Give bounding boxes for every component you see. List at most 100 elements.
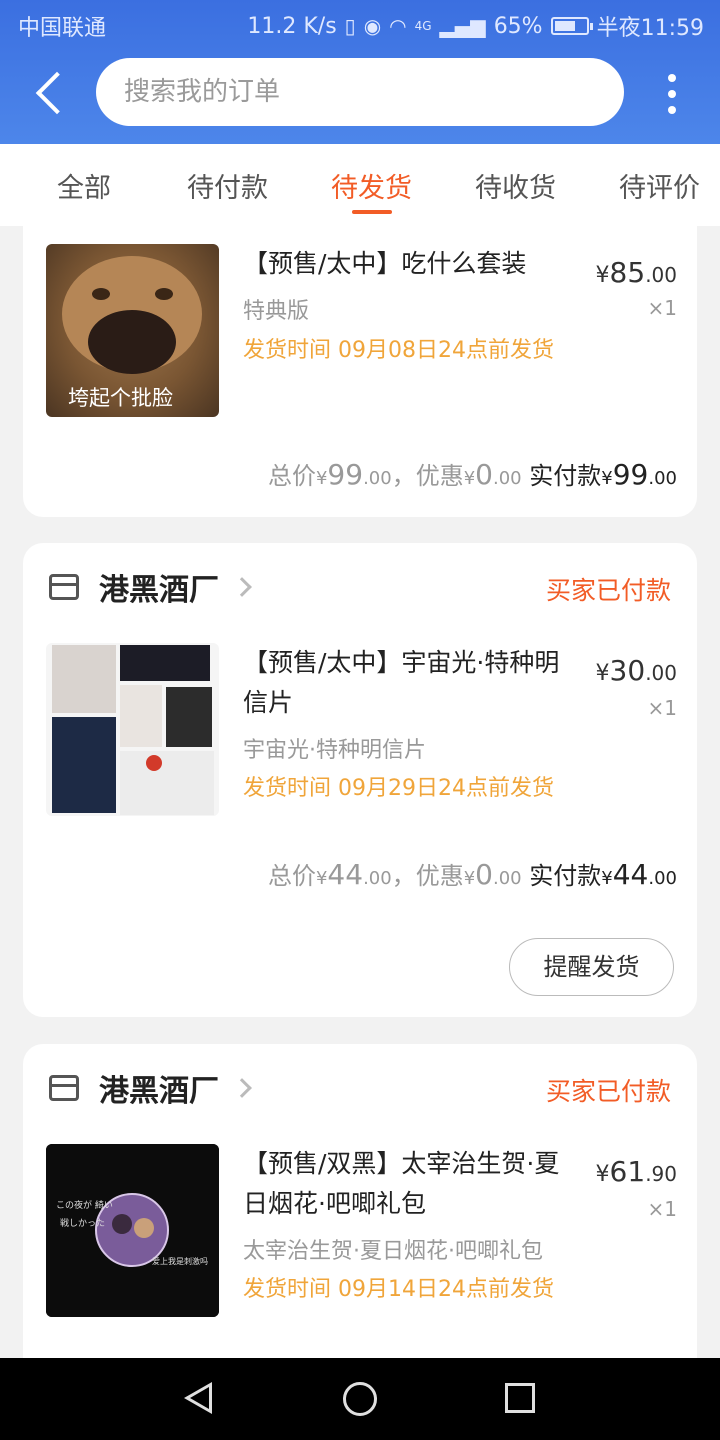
paid-integer: 99: [612, 458, 649, 491]
currency-symbol: ¥: [595, 1162, 610, 1187]
currency-symbol: ¥: [315, 468, 328, 489]
tab-all[interactable]: 全部: [57, 166, 111, 205]
postcard-collage-image: [46, 643, 219, 816]
product-thumbnail[interactable]: [46, 643, 219, 816]
wifi-icon: ◠: [389, 14, 407, 38]
product-price: ¥61.90: [596, 1155, 677, 1188]
currency-symbol: ¥: [595, 661, 610, 686]
tab-pending-shipment[interactable]: 待发货: [331, 166, 412, 205]
chevron-right-icon: [232, 577, 252, 597]
product-thumbnail[interactable]: 垮起个批脸: [46, 244, 219, 417]
product-spec: 太宰治生贺·夏日烟花·吧唧礼包: [243, 1239, 543, 1264]
thumbnail-text: 爱上我是刺激吗: [152, 1257, 208, 1266]
status-bar: 中国联通 11.2 K/s ▯ ◉ ◠ 4G ▂▄▆ 65% 半夜11:59: [0, 0, 720, 50]
ship-time: 发货时间 09月14日24点前发货: [243, 1277, 554, 1302]
order-summary: 总价¥99.00，优惠¥0.00 实付款¥99.00: [268, 456, 677, 491]
total-integer: 44: [327, 858, 364, 891]
active-tab-indicator: [352, 210, 392, 214]
product-quantity: ×1: [647, 1197, 677, 1221]
store-name: 港黑酒厂: [99, 573, 219, 608]
discount-decimal: .00: [492, 868, 522, 889]
order-card[interactable]: 港黑酒厂 买家已付款 【预售/太中】宇宙光·特种明信片 宇宙光·特种明信片 发货…: [23, 543, 697, 1017]
product-title[interactable]: 【预售/太中】宇宙光·特种明信片: [243, 643, 573, 723]
signal-icon: ▂▄▆: [439, 14, 486, 38]
price-decimal: .00: [645, 263, 677, 287]
total-decimal: .00: [363, 468, 392, 489]
product-spec: 特典版: [243, 299, 310, 324]
battery-icon: [550, 17, 593, 35]
paid-label: 实付款: [529, 862, 602, 890]
store-header[interactable]: 港黑酒厂: [49, 1066, 252, 1110]
total-label: 总价: [267, 462, 316, 490]
price-integer: 85: [609, 256, 646, 289]
discount-label: ，优惠: [391, 862, 464, 890]
product-price: ¥30.00: [596, 654, 677, 687]
search-input[interactable]: [96, 58, 624, 126]
order-tabs-overlay: 全部 待付款 待发货 待收货 待评价: [0, 144, 720, 226]
order-card[interactable]: 垮起个批脸 【预售/太中】吃什么套装 特典版 发货时间 09月08日24点前发货…: [23, 200, 697, 517]
more-menu-icon[interactable]: [660, 72, 684, 116]
discount-decimal: .00: [492, 468, 522, 489]
eye-icon: ◉: [363, 14, 382, 38]
network-speed: 11.2 K/s: [247, 13, 337, 39]
back-button[interactable]: [28, 66, 72, 118]
price-decimal: .90: [645, 1162, 677, 1186]
discount-label: ，优惠: [391, 462, 464, 490]
currency-symbol: ¥: [595, 263, 610, 288]
product-title[interactable]: 【预售/双黑】太宰治生贺·夏日烟花·吧唧礼包: [243, 1144, 573, 1224]
product-title[interactable]: 【预售/太中】吃什么套装: [243, 244, 573, 284]
tab-pending-receipt[interactable]: 待收货: [475, 166, 556, 205]
network-type: 4G: [414, 19, 432, 33]
clock: 半夜11:59: [596, 16, 704, 41]
badge-gift-image: [46, 1144, 219, 1317]
price-integer: 61: [609, 1155, 646, 1188]
battery-percent: 65%: [493, 13, 543, 39]
nav-recent-apps-icon[interactable]: [505, 1383, 535, 1413]
chevron-right-icon: [232, 1078, 252, 1098]
store-header[interactable]: 港黑酒厂: [49, 565, 252, 609]
search-box[interactable]: [96, 58, 624, 126]
total-integer: 99: [327, 458, 364, 491]
store-icon: [49, 1075, 79, 1101]
battery-fill: [554, 21, 575, 31]
store-icon: [49, 574, 79, 600]
vibrate-icon: ▯: [344, 14, 356, 38]
nav-back-icon[interactable]: [184, 1382, 212, 1414]
order-summary: 总价¥44.00，优惠¥0.00 实付款¥44.00: [268, 856, 677, 891]
paid-label: 实付款: [529, 462, 602, 490]
product-thumbnail[interactable]: この夜が 綺い 戦しかった 爱上我是刺激吗: [46, 1144, 219, 1317]
price-decimal: .00: [645, 661, 677, 685]
price-integer: 30: [609, 654, 646, 687]
order-status: 买家已付款: [545, 576, 671, 605]
product-quantity: ×1: [647, 696, 677, 720]
currency-symbol: ¥: [315, 868, 328, 889]
paid-decimal: .00: [648, 868, 677, 889]
ship-time: 发货时间 09月29日24点前发货: [243, 776, 554, 801]
ship-time: 发货时间 09月08日24点前发货: [243, 338, 554, 363]
thumbnail-text: この夜が 綺い: [56, 1201, 113, 1211]
discount-integer: 0: [475, 858, 493, 891]
thumbnail-text: 戦しかった: [60, 1219, 106, 1229]
tab-pending-review[interactable]: 待评价: [619, 166, 700, 205]
thumbnail-caption: 垮起个批脸: [68, 386, 173, 410]
total-decimal: .00: [363, 868, 392, 889]
currency-symbol: ¥: [463, 868, 476, 889]
tab-pending-payment[interactable]: 待付款: [187, 166, 268, 205]
carrier-label: 中国联通: [18, 16, 107, 41]
currency-symbol: ¥: [601, 468, 613, 489]
discount-integer: 0: [475, 458, 493, 491]
product-quantity: ×1: [647, 296, 677, 320]
app-header: 中国联通 11.2 K/s ▯ ◉ ◠ 4G ▂▄▆ 65% 半夜11:59: [0, 0, 720, 144]
order-card[interactable]: 港黑酒厂 买家已付款 この夜が 綺い 戦しかった 爱上我是刺激吗 【预售/双黑】…: [23, 1044, 697, 1384]
nav-home-icon[interactable]: [343, 1382, 377, 1416]
store-name: 港黑酒厂: [99, 1074, 219, 1109]
system-nav-bar: [0, 1358, 720, 1440]
currency-symbol: ¥: [463, 468, 476, 489]
total-label: 总价: [267, 862, 316, 890]
order-status: 买家已付款: [545, 1077, 671, 1106]
paid-integer: 44: [612, 858, 649, 891]
currency-symbol: ¥: [601, 868, 613, 889]
product-price: ¥85.00: [596, 256, 677, 289]
remind-shipment-button[interactable]: 提醒发货: [509, 938, 674, 996]
paid-decimal: .00: [648, 468, 677, 489]
